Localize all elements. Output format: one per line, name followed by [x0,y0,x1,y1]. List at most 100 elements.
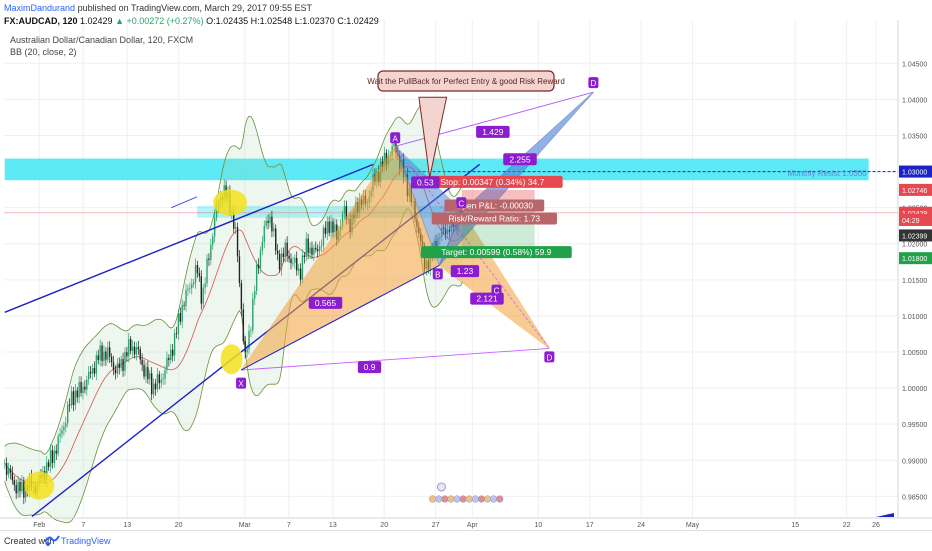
candle-body [179,313,182,322]
time-tick: 13 [329,522,337,529]
tradingview-logo-icon[interactable] [44,533,60,547]
stop-label: Stop: 0.00347 (0.34%) 34.7 [440,177,544,187]
event-icon [435,495,443,503]
candle-body [11,472,14,481]
candle-body [202,287,204,304]
point-label: A [393,134,399,143]
time-tick: Apr [467,522,479,529]
candle-body [137,347,140,350]
event-icon [447,495,455,503]
candle-body [255,264,258,292]
candle-body [238,256,241,283]
candle-body [183,305,185,306]
candle-body [49,450,52,467]
time-tick: 10 [534,522,542,529]
time-tick: May [686,522,700,529]
candle-body [57,436,59,454]
candle-body [292,262,294,264]
candle-body [252,298,254,331]
candle-body [317,249,319,252]
price-chart[interactable]: Monthly Resist 1.0300 Stop: 0.00347 (0.3… [0,0,932,530]
point-label: B [435,270,440,279]
candle-body [122,359,124,371]
candle-body [257,264,260,269]
candle-body [282,253,285,257]
candle-body [334,224,336,233]
candle-body [107,347,109,360]
tradingview-brand-link[interactable]: TradingView [61,536,111,546]
candle-body [110,356,113,363]
candle-body [196,265,199,274]
candle-body [51,450,54,463]
candle-body [170,349,172,361]
candle-body [47,462,50,467]
event-icon [477,495,486,503]
candle-body [198,273,201,277]
candle-body [191,284,193,289]
price-tag: 1.02399 [902,233,927,240]
last-price: 1.02429 [80,16,113,26]
candle-body [332,221,334,233]
event-icon [429,495,437,503]
event-icon [471,495,479,503]
candle-body [267,220,269,224]
candle-body [114,369,117,374]
candle-body [74,390,77,405]
price-axis[interactable]: 1.045001.040001.035001.030001.025001.020… [897,0,932,530]
change-value: ▲ +0.00272 (+0.27%) [115,16,204,26]
symbol-label: FX:AUDCAD, 120 [4,16,78,26]
candle-body [284,242,286,257]
candle-body [294,257,296,263]
candle-body [86,379,88,390]
candle-body [175,333,178,335]
candle-body [244,341,246,353]
candle-body [59,433,61,437]
price-tick: 0.99500 [902,422,927,429]
candle-body [273,228,275,232]
ratio-label: 0.565 [315,298,337,308]
publish-info: MaximDandurand published on TradingView.… [4,3,312,13]
candle-body [101,345,103,361]
candle-body [133,346,136,355]
candle-body [112,362,115,370]
price-tick: 1.04000 [902,97,927,104]
candle-body [269,216,271,224]
candle-body [156,374,159,390]
ratio-label: 1.23 [457,266,474,276]
candle-body [17,482,19,494]
candle-body [63,426,65,431]
indicator-title[interactable]: BB (20, close, 2) [10,46,193,58]
pnl-label: Open P&L: -0.00030 [456,200,534,210]
published-text: published on TradingView.com, March 29, … [77,3,313,13]
resistance-label: Monthly Resist 1.0300 [787,169,867,178]
candle-body [200,276,202,304]
candle-body [80,382,82,393]
author-link[interactable]: MaximDandurand [4,3,75,13]
point-label: X [238,380,244,389]
candle-body [7,468,10,475]
candle-body [120,359,122,368]
event-icon [465,495,473,503]
candle-body [328,221,330,233]
candle-body [141,359,143,365]
candle-body [194,265,197,283]
price-tag: 1.02746 [902,188,927,195]
price-tick: 1.03500 [902,133,927,140]
candle-body [84,386,86,390]
candle-body [177,313,180,334]
candle-body [303,255,306,258]
candle-body [139,349,141,360]
candle-body [154,383,157,390]
candle-body [301,255,304,280]
candle-body [280,253,283,270]
candle-body [234,227,237,229]
event-icon [453,495,461,503]
candle-body [149,373,151,380]
candle-body [288,255,290,259]
target-label: Target: 0.00599 (0.58%) 59.9 [441,247,551,257]
candle-body [9,468,12,473]
candle-body [324,227,327,234]
ohlc-bar: FX:AUDCAD, 120 1.02429 ▲ +0.00272 (+0.27… [4,16,379,26]
time-tick: 27 [432,522,440,529]
price-tick: 1.01500 [902,278,927,285]
